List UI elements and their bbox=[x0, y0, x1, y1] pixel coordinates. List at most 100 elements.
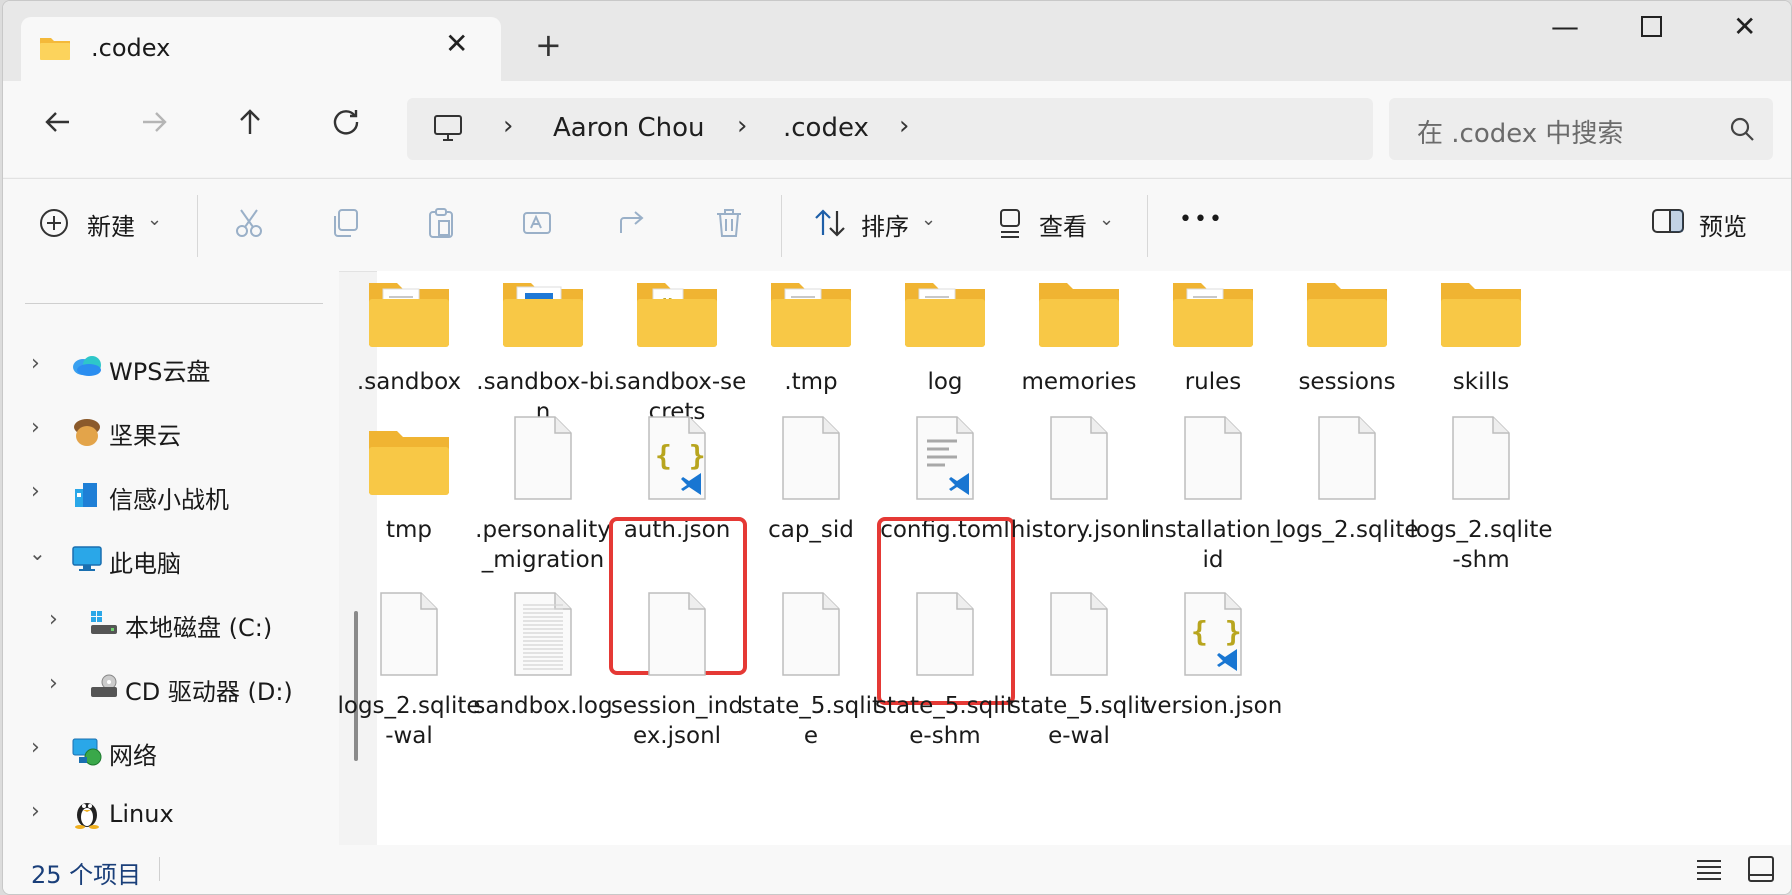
up-arrow-icon[interactable] bbox=[235, 107, 265, 142]
forward-arrow-icon[interactable] bbox=[139, 107, 169, 142]
folder-item[interactable]: .tmp bbox=[735, 257, 887, 397]
address-bar[interactable]: › Aaron Chou › .codex › bbox=[407, 98, 1373, 160]
file-name: logs_2.sqlite-wal bbox=[337, 693, 481, 749]
sidebar-item-this-pc[interactable]: ⌄ 此电脑 bbox=[3, 539, 323, 579]
view-icon[interactable] bbox=[997, 207, 1025, 243]
file-name: logs_2.sqlite bbox=[1275, 517, 1419, 543]
sidebar-item-jianguoyun[interactable]: › 坚果云 bbox=[3, 411, 323, 451]
new-button[interactable]: 新建 bbox=[87, 207, 135, 242]
minimize-icon[interactable]: — bbox=[1551, 13, 1579, 41]
breadcrumb-item[interactable]: .codex bbox=[783, 113, 869, 143]
computer-icon[interactable] bbox=[433, 114, 463, 146]
folder-icon bbox=[869, 257, 1021, 367]
chevron-right-icon[interactable]: › bbox=[31, 799, 40, 824]
file-name: rules bbox=[1184, 369, 1242, 395]
chevron-right-icon[interactable]: › bbox=[31, 415, 40, 440]
chevron-down-icon[interactable]: ⌄ bbox=[1099, 209, 1114, 230]
cut-icon[interactable] bbox=[233, 207, 265, 243]
file-item[interactable]: sandbox.log bbox=[467, 581, 619, 721]
refresh-icon[interactable] bbox=[331, 107, 361, 142]
file-item[interactable]: logs_2.sqlite-shm bbox=[1405, 405, 1557, 575]
folder-item[interactable]: tmp bbox=[333, 405, 485, 545]
chevron-right-icon[interactable]: › bbox=[49, 671, 58, 696]
close-tab-icon[interactable]: ✕ bbox=[445, 27, 468, 60]
breadcrumb-chevron-icon[interactable]: › bbox=[737, 111, 747, 141]
file-name: tmp bbox=[385, 517, 433, 543]
file-item[interactable]: session_index.jsonl bbox=[601, 581, 753, 751]
file-item[interactable]: state_5.sqlite-shm bbox=[869, 581, 1021, 751]
sidebar-item-cd-drive-d[interactable]: › CD 驱动器 (D:) bbox=[3, 667, 323, 707]
file-name: memories bbox=[1021, 369, 1137, 395]
sidebar-item-network[interactable]: › 网络 bbox=[3, 731, 323, 771]
folder-icon bbox=[333, 257, 485, 367]
file-item[interactable]: state_5.sqlite-wal bbox=[1003, 581, 1155, 751]
folder-item[interactable]: .sandbox-bin bbox=[467, 257, 619, 427]
copy-icon[interactable] bbox=[329, 207, 361, 243]
folder-item[interactable]: rules bbox=[1137, 257, 1289, 397]
wps-cloud-icon bbox=[71, 353, 103, 381]
breadcrumb-chevron-icon[interactable]: › bbox=[503, 111, 513, 141]
sidebar-item-label: 此电脑 bbox=[109, 550, 181, 578]
svg-text:{ }: { } bbox=[1191, 615, 1242, 648]
chevron-right-icon[interactable]: › bbox=[31, 735, 40, 760]
chevron-right-icon[interactable]: › bbox=[31, 479, 40, 504]
file-item[interactable]: cap_sid bbox=[735, 405, 887, 545]
file-name: state_5.sqlite bbox=[740, 693, 882, 749]
sort-icon[interactable] bbox=[813, 207, 847, 243]
folder-item[interactable]: {} .sandbox-secrets bbox=[601, 257, 753, 427]
file-icon bbox=[869, 581, 1021, 691]
file-item[interactable]: logs_2.sqlite bbox=[1271, 405, 1423, 545]
tab-codex[interactable]: .codex ✕ bbox=[21, 17, 501, 81]
maximize-icon[interactable] bbox=[1641, 15, 1663, 43]
paste-icon[interactable] bbox=[425, 207, 457, 243]
file-item[interactable]: history.jsonl bbox=[1003, 405, 1155, 545]
file-name: sessions bbox=[1298, 369, 1396, 395]
chevron-down-icon[interactable]: ⌄ bbox=[147, 209, 162, 230]
sidebar-item-label: 本地磁盘 (C:) bbox=[125, 614, 273, 642]
preview-pane-icon[interactable] bbox=[1651, 207, 1685, 239]
view-button[interactable]: 查看 bbox=[1039, 207, 1087, 242]
sidebar-item-wps-cloud[interactable]: › WPS云盘 bbox=[3, 347, 323, 387]
new-tab-button[interactable]: + bbox=[535, 29, 562, 61]
chevron-down-icon[interactable]: ⌄ bbox=[29, 541, 46, 565]
preview-button[interactable]: 预览 bbox=[1699, 207, 1747, 242]
folder-item[interactable]: sessions bbox=[1271, 257, 1423, 397]
sidebar-item-local-disk-c[interactable]: › 本地磁盘 (C:) bbox=[3, 603, 323, 643]
file-item[interactable]: logs_2.sqlite-wal bbox=[333, 581, 485, 751]
sidebar-item-label: 网络 bbox=[109, 742, 157, 770]
chevron-right-icon[interactable]: › bbox=[49, 607, 58, 632]
chevron-down-icon[interactable]: ⌄ bbox=[921, 209, 936, 230]
folder-item[interactable]: skills bbox=[1405, 257, 1557, 397]
back-arrow-icon[interactable] bbox=[43, 107, 73, 142]
details-view-icon[interactable] bbox=[1695, 857, 1723, 885]
search-input[interactable]: 在 .codex 中搜索 bbox=[1389, 98, 1773, 160]
search-icon[interactable] bbox=[1729, 116, 1755, 146]
folder-item[interactable]: memories bbox=[1003, 257, 1155, 397]
sidebar-item-xingan[interactable]: › 信感小战机 bbox=[3, 475, 323, 515]
tux-penguin-icon bbox=[73, 797, 101, 833]
folder-icon bbox=[1271, 257, 1423, 367]
more-options-button[interactable]: ••• bbox=[1179, 207, 1224, 232]
breadcrumb-chevron-icon[interactable]: › bbox=[899, 111, 909, 141]
file-item[interactable]: state_5.sqlite bbox=[735, 581, 887, 751]
file-name: sandbox.log bbox=[473, 693, 613, 719]
rename-icon[interactable] bbox=[521, 207, 553, 243]
large-icons-view-icon[interactable] bbox=[1747, 855, 1775, 887]
chevron-right-icon[interactable]: › bbox=[31, 351, 40, 376]
plus-circle-icon[interactable] bbox=[39, 208, 69, 242]
folder-item[interactable]: log bbox=[869, 257, 1021, 397]
folder-icon bbox=[1137, 257, 1289, 367]
folder-item[interactable]: .sandbox bbox=[333, 257, 485, 397]
file-name: log bbox=[927, 369, 963, 395]
delete-icon[interactable] bbox=[713, 207, 745, 243]
cd-drive-icon bbox=[89, 673, 119, 705]
file-item[interactable]: .personality_migration bbox=[467, 405, 619, 575]
close-window-icon[interactable]: ✕ bbox=[1733, 13, 1756, 41]
sidebar-item-linux[interactable]: › Linux bbox=[3, 795, 323, 835]
sort-button[interactable]: 排序 bbox=[861, 207, 909, 242]
folder-icon bbox=[1003, 257, 1155, 367]
breadcrumb-item[interactable]: Aaron Chou bbox=[553, 113, 705, 143]
file-item[interactable]: { } version.json bbox=[1137, 581, 1289, 721]
share-icon[interactable] bbox=[617, 207, 649, 243]
file-item[interactable]: installation_id bbox=[1137, 405, 1289, 575]
